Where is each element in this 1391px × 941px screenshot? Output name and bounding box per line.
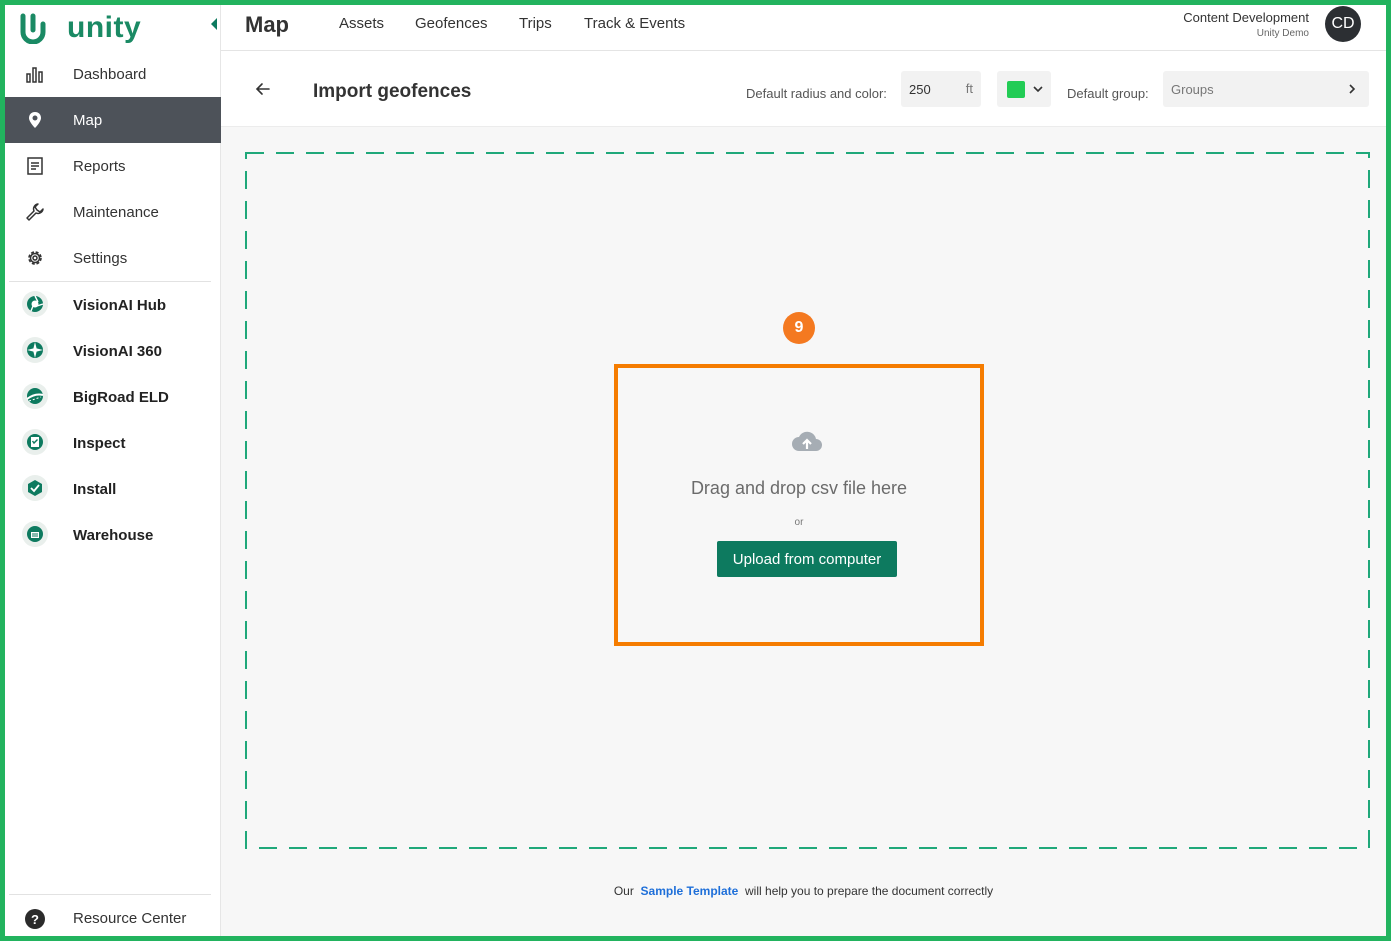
sidebar-item-reports[interactable]: Reports <box>5 143 221 189</box>
color-swatch <box>1007 81 1025 98</box>
resource-center[interactable]: ? Resource Center <box>5 895 221 936</box>
drop-instructions: Drag and drop csv file here <box>690 478 908 498</box>
highlight-box <box>614 364 984 646</box>
sidebar-app-label: Warehouse <box>73 526 154 544</box>
radius-unit: ft <box>965 81 973 96</box>
sidebar-app-install[interactable]: Install <box>5 466 221 512</box>
unity-logo[interactable]: unity <box>19 9 141 47</box>
sidebar-item-label: Maintenance <box>73 203 159 221</box>
warehouse-icon <box>22 521 48 547</box>
note-prefix: Our <box>613 884 634 898</box>
tab-trips[interactable]: Trips <box>519 15 552 32</box>
map-pin-icon <box>29 112 41 128</box>
sidebar-app-visionai-360[interactable]: VisionAI 360 <box>5 328 221 374</box>
app-frame: unity Dashboard Map Reports Maintenance … <box>5 5 1386 936</box>
unity-logo-icon <box>20 13 46 44</box>
sidebar-app-label: VisionAI Hub <box>73 296 167 314</box>
sidebar-app-label: VisionAI 360 <box>73 342 162 360</box>
user-org: Unity Demo <box>1256 28 1309 39</box>
tab-assets[interactable]: Assets <box>339 15 384 32</box>
bar-chart-icon <box>26 67 43 83</box>
back-arrow-icon[interactable] <box>255 81 271 97</box>
note-suffix: will help you to prepare the document co… <box>745 884 994 898</box>
sidebar-app-inspect[interactable]: Inspect <box>5 420 221 466</box>
radius-field[interactable]: ft <box>901 71 981 107</box>
group-select-placeholder: Groups <box>1171 82 1214 97</box>
resource-center-label: Resource Center <box>73 910 187 927</box>
sidebar-app-label: Install <box>73 480 117 498</box>
radius-input[interactable] <box>901 71 951 107</box>
step-badge: 9 <box>783 312 815 344</box>
sidebar-item-settings[interactable]: Settings <box>5 235 221 281</box>
user-name[interactable]: Content Development <box>1183 10 1309 25</box>
sidebar-item-label: Map <box>73 111 103 129</box>
sidebar-app-bigroad-eld[interactable]: BigRoad ELD <box>5 374 221 420</box>
radius-color-label: Default radius and color: <box>746 86 887 101</box>
sidebar-item-maintenance[interactable]: Maintenance <box>5 189 221 235</box>
sidebar-app-warehouse[interactable]: Warehouse <box>5 512 221 558</box>
sidebar-item-dashboard[interactable]: Dashboard <box>5 51 221 97</box>
sidebar-item-label: Dashboard <box>73 65 147 83</box>
install-icon <box>22 475 48 501</box>
sidebar-app-visionai-hub[interactable]: VisionAI Hub <box>5 282 221 328</box>
report-icon <box>27 157 43 175</box>
page-title: Map <box>245 12 289 37</box>
chevron-right-icon <box>1349 84 1356 94</box>
avatar[interactable]: CD <box>1325 6 1361 42</box>
or-separator: or <box>794 517 804 528</box>
sample-template-link[interactable]: Sample Template <box>641 884 739 898</box>
chevron-down-icon <box>1033 86 1043 93</box>
sidebar-item-label: Settings <box>73 249 128 267</box>
visionai-hub-icon <box>22 291 48 317</box>
group-select[interactable]: Groups <box>1163 71 1369 107</box>
collapse-sidebar-icon[interactable] <box>209 17 219 31</box>
sidebar-app-label: Inspect <box>73 434 126 452</box>
import-title: Import geofences <box>313 81 472 102</box>
bigroad-eld-icon <box>22 383 48 409</box>
brand-name: unity <box>67 11 142 44</box>
default-group-label: Default group: <box>1067 86 1149 101</box>
tab-geofences[interactable]: Geofences <box>415 15 488 32</box>
inspect-icon <box>22 429 48 455</box>
top-bar: Map Assets Geofences Trips Track & Event… <box>221 5 1386 51</box>
upload-from-computer-button[interactable]: Upload from computer <box>717 541 897 577</box>
gear-icon <box>28 251 42 265</box>
sidebar-item-label: Reports <box>73 157 126 175</box>
sidebar: unity Dashboard Map Reports Maintenance … <box>5 5 221 936</box>
tab-track-events[interactable]: Track & Events <box>584 15 685 32</box>
sample-template-note: Our Sample Template will help you to pre… <box>221 884 1386 898</box>
sidebar-item-map[interactable]: Map <box>5 97 221 143</box>
help-icon: ? <box>25 909 45 929</box>
import-header: Import geofences Default radius and colo… <box>221 51 1386 127</box>
visionai-360-icon <box>22 337 48 363</box>
color-picker-button[interactable] <box>997 71 1051 107</box>
cloud-upload-icon <box>792 431 822 451</box>
wrench-icon <box>26 203 44 221</box>
sidebar-app-label: BigRoad ELD <box>73 388 169 406</box>
